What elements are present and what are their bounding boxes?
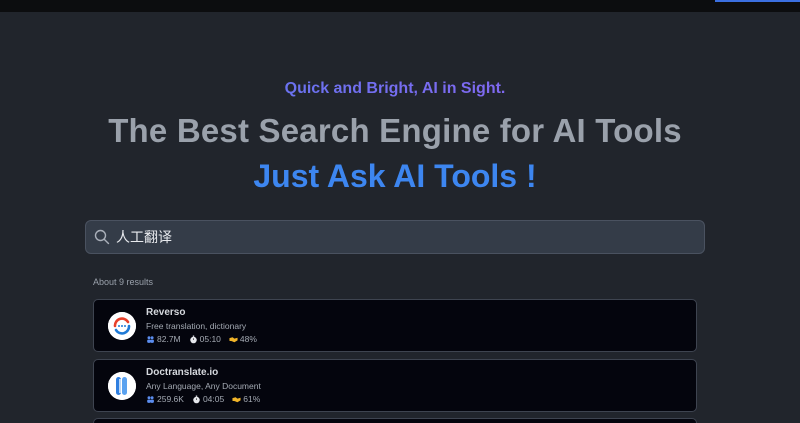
stopwatch-icon (193, 395, 200, 403)
doctranslate-logo-icon (108, 372, 136, 400)
users-icon (147, 395, 154, 403)
handshake-icon (232, 396, 241, 402)
stopwatch-icon (189, 335, 197, 343)
rate-value: 61% (243, 394, 261, 404)
result-description: Free translation, dictionary (146, 321, 247, 331)
hero-headline: The Best Search Engine for AI Tools (108, 112, 682, 149)
visits-value: 82.7M (157, 334, 181, 344)
top-bar (0, 0, 800, 12)
visits-stat: 82.7M (146, 334, 181, 344)
visits-stat: 259.6K (146, 394, 184, 404)
result-title[interactable]: Doctranslate.io (146, 367, 218, 378)
search-bar[interactable] (85, 220, 705, 254)
result-stats: 259.6K 04:05 61% (146, 394, 268, 404)
result-card-reverso[interactable]: Reverso Free translation, dictionary 82.… (93, 299, 697, 352)
top-bar-accent (715, 0, 800, 2)
time-stat: 05:10 (189, 334, 221, 344)
hero-headline-highlight: Just Ask AI Tools ! (253, 158, 537, 194)
reverso-logo-icon (108, 312, 136, 340)
results-count: About 9 results (93, 277, 154, 287)
result-description: Any Language, Any Document (146, 381, 261, 391)
rate-stat: 48% (229, 334, 257, 344)
users-icon (147, 335, 154, 343)
search-input[interactable] (116, 229, 676, 245)
time-value: 04:05 (202, 394, 225, 404)
time-stat: 04:05 (192, 394, 224, 404)
search-icon[interactable] (94, 229, 110, 245)
result-stats: 82.7M 05:10 48% (146, 334, 265, 344)
result-title[interactable]: Reverso (146, 307, 185, 318)
result-card-partial[interactable] (93, 418, 697, 423)
rate-stat: 61% (232, 394, 260, 404)
handshake-icon (229, 336, 238, 342)
rate-value: 48% (239, 334, 257, 344)
hero-tagline: Quick and Bright, AI in Sight. (0, 80, 790, 98)
result-card-doctranslate[interactable]: Doctranslate.io Any Language, Any Docume… (93, 359, 697, 412)
time-value: 05:10 (199, 334, 221, 344)
visits-value: 259.6K (157, 394, 184, 404)
